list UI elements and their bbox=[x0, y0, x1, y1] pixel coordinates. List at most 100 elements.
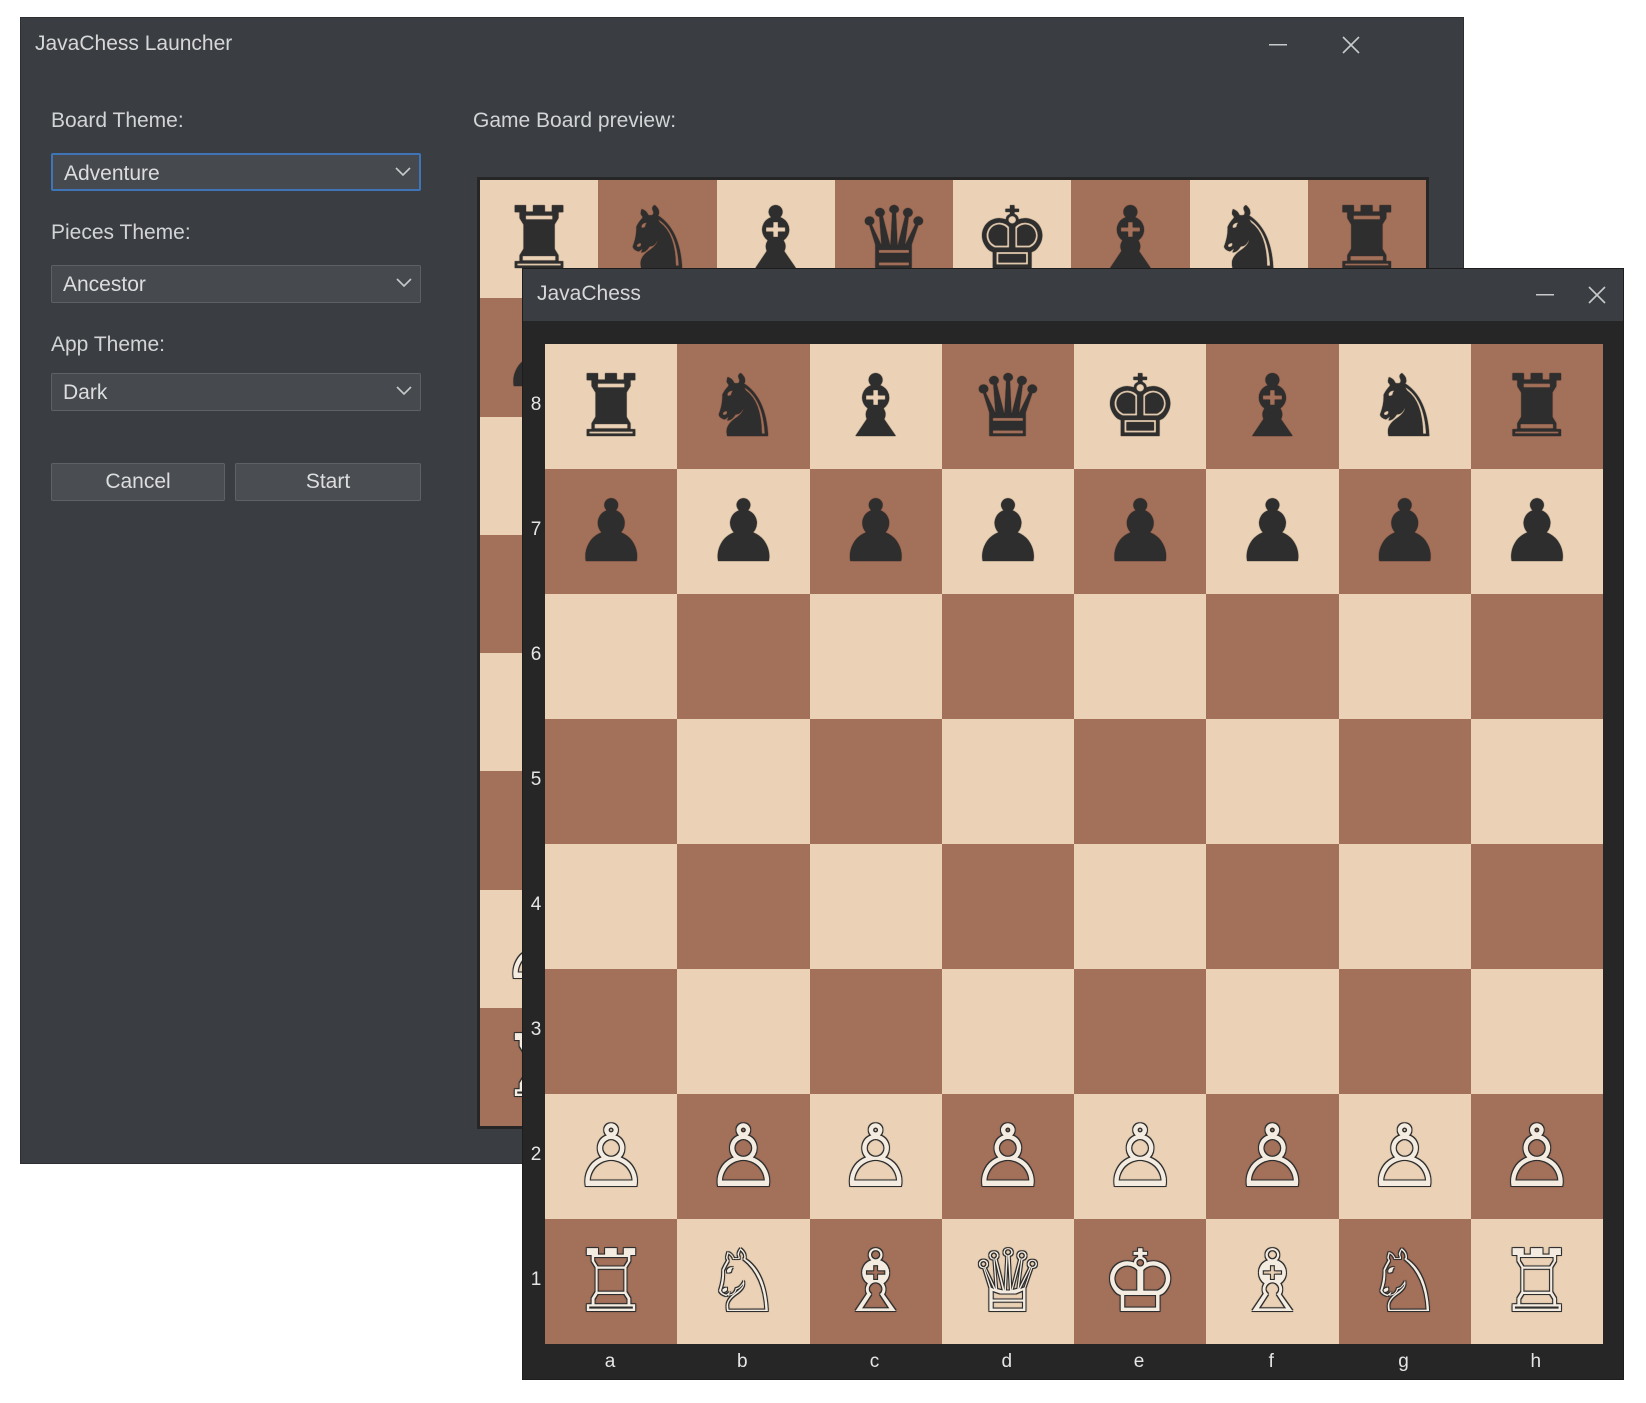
square-a7[interactable]: ♟ bbox=[545, 469, 678, 594]
square-e5[interactable] bbox=[1074, 719, 1207, 844]
square-c4[interactable] bbox=[809, 844, 942, 969]
square-e7[interactable]: ♟ bbox=[1074, 469, 1207, 594]
square-g8[interactable]: ♞ bbox=[1338, 344, 1471, 469]
white-bishop-icon[interactable]: ♗ bbox=[837, 1239, 914, 1325]
square-a4[interactable] bbox=[545, 844, 678, 969]
black-bishop-icon[interactable]: ♝ bbox=[837, 364, 914, 450]
white-pawn-icon[interactable]: ♙ bbox=[1498, 1114, 1575, 1200]
white-rook-icon[interactable]: ♖ bbox=[1498, 1239, 1575, 1325]
white-knight-icon[interactable]: ♘ bbox=[1366, 1239, 1443, 1325]
square-g5[interactable] bbox=[1338, 719, 1471, 844]
black-pawn-icon[interactable]: ♟ bbox=[1234, 489, 1311, 575]
black-king-icon[interactable]: ♚ bbox=[1102, 364, 1179, 450]
square-b6[interactable] bbox=[677, 594, 810, 719]
black-pawn-icon[interactable]: ♟ bbox=[1102, 489, 1179, 575]
square-e8[interactable]: ♚ bbox=[1074, 344, 1207, 469]
square-g3[interactable] bbox=[1338, 969, 1471, 1094]
square-g2[interactable]: ♙ bbox=[1338, 1094, 1471, 1219]
board-theme-select[interactable]: Adventure bbox=[51, 153, 421, 191]
square-b3[interactable] bbox=[677, 969, 810, 1094]
square-c8[interactable]: ♝ bbox=[809, 344, 942, 469]
square-h4[interactable] bbox=[1470, 844, 1603, 969]
square-h1[interactable]: ♖ bbox=[1470, 1219, 1603, 1344]
square-e3[interactable] bbox=[1074, 969, 1207, 1094]
black-pawn-icon[interactable]: ♟ bbox=[1498, 489, 1575, 575]
white-queen-icon[interactable]: ♕ bbox=[969, 1239, 1046, 1325]
square-a1[interactable]: ♖ bbox=[545, 1219, 678, 1344]
black-queen-icon[interactable]: ♛ bbox=[969, 364, 1046, 450]
game-close-button[interactable] bbox=[1575, 278, 1619, 312]
white-pawn-icon[interactable]: ♙ bbox=[705, 1114, 782, 1200]
square-c2[interactable]: ♙ bbox=[809, 1094, 942, 1219]
pieces-theme-select[interactable]: Ancestor bbox=[51, 265, 421, 303]
game-titlebar[interactable]: JavaChess bbox=[523, 269, 1623, 321]
square-d2[interactable]: ♙ bbox=[941, 1094, 1074, 1219]
square-e1[interactable]: ♔ bbox=[1074, 1219, 1207, 1344]
cancel-button[interactable]: Cancel bbox=[51, 463, 225, 501]
square-b5[interactable] bbox=[677, 719, 810, 844]
black-pawn-icon[interactable]: ♟ bbox=[573, 489, 650, 575]
black-rook-icon[interactable]: ♜ bbox=[1498, 364, 1575, 450]
square-a6[interactable] bbox=[545, 594, 678, 719]
white-pawn-icon[interactable]: ♙ bbox=[1102, 1114, 1179, 1200]
square-h2[interactable]: ♙ bbox=[1470, 1094, 1603, 1219]
square-f1[interactable]: ♗ bbox=[1206, 1219, 1339, 1344]
square-d8[interactable]: ♛ bbox=[941, 344, 1074, 469]
black-knight-icon[interactable]: ♞ bbox=[1366, 364, 1443, 450]
square-e2[interactable]: ♙ bbox=[1074, 1094, 1207, 1219]
game-minimize-button[interactable] bbox=[1523, 278, 1567, 312]
square-e4[interactable] bbox=[1074, 844, 1207, 969]
black-knight-icon[interactable]: ♞ bbox=[705, 364, 782, 450]
square-b7[interactable]: ♟ bbox=[677, 469, 810, 594]
square-d7[interactable]: ♟ bbox=[941, 469, 1074, 594]
square-f7[interactable]: ♟ bbox=[1206, 469, 1339, 594]
white-pawn-icon[interactable]: ♙ bbox=[837, 1114, 914, 1200]
white-rook-icon[interactable]: ♖ bbox=[573, 1239, 650, 1325]
square-d1[interactable]: ♕ bbox=[941, 1219, 1074, 1344]
white-pawn-icon[interactable]: ♙ bbox=[969, 1114, 1046, 1200]
square-g6[interactable] bbox=[1338, 594, 1471, 719]
square-d5[interactable] bbox=[941, 719, 1074, 844]
square-a8[interactable]: ♜ bbox=[545, 344, 678, 469]
square-h6[interactable] bbox=[1470, 594, 1603, 719]
white-pawn-icon[interactable]: ♙ bbox=[1366, 1114, 1443, 1200]
black-pawn-icon[interactable]: ♟ bbox=[969, 489, 1046, 575]
white-knight-icon[interactable]: ♘ bbox=[705, 1239, 782, 1325]
app-theme-select[interactable]: Dark bbox=[51, 373, 421, 411]
square-f3[interactable] bbox=[1206, 969, 1339, 1094]
square-d4[interactable] bbox=[941, 844, 1074, 969]
square-f5[interactable] bbox=[1206, 719, 1339, 844]
start-button[interactable]: Start bbox=[235, 463, 421, 501]
square-g7[interactable]: ♟ bbox=[1338, 469, 1471, 594]
white-king-icon[interactable]: ♔ bbox=[1102, 1239, 1179, 1325]
black-pawn-icon[interactable]: ♟ bbox=[837, 489, 914, 575]
square-a5[interactable] bbox=[545, 719, 678, 844]
black-bishop-icon[interactable]: ♝ bbox=[1234, 364, 1311, 450]
square-f8[interactable]: ♝ bbox=[1206, 344, 1339, 469]
square-h7[interactable]: ♟ bbox=[1470, 469, 1603, 594]
square-c7[interactable]: ♟ bbox=[809, 469, 942, 594]
square-f2[interactable]: ♙ bbox=[1206, 1094, 1339, 1219]
square-h5[interactable] bbox=[1470, 719, 1603, 844]
square-a3[interactable] bbox=[545, 969, 678, 1094]
square-e6[interactable] bbox=[1074, 594, 1207, 719]
launcher-titlebar[interactable]: JavaChess Launcher bbox=[21, 18, 1463, 74]
square-b2[interactable]: ♙ bbox=[677, 1094, 810, 1219]
square-b8[interactable]: ♞ bbox=[677, 344, 810, 469]
square-g4[interactable] bbox=[1338, 844, 1471, 969]
square-c5[interactable] bbox=[809, 719, 942, 844]
square-b4[interactable] bbox=[677, 844, 810, 969]
white-pawn-icon[interactable]: ♙ bbox=[573, 1114, 650, 1200]
square-c6[interactable] bbox=[809, 594, 942, 719]
square-c1[interactable]: ♗ bbox=[809, 1219, 942, 1344]
square-c3[interactable] bbox=[809, 969, 942, 1094]
square-g1[interactable]: ♘ bbox=[1338, 1219, 1471, 1344]
square-b1[interactable]: ♘ bbox=[677, 1219, 810, 1344]
square-a2[interactable]: ♙ bbox=[545, 1094, 678, 1219]
square-h8[interactable]: ♜ bbox=[1470, 344, 1603, 469]
black-pawn-icon[interactable]: ♟ bbox=[705, 489, 782, 575]
square-d6[interactable] bbox=[941, 594, 1074, 719]
white-bishop-icon[interactable]: ♗ bbox=[1234, 1239, 1311, 1325]
square-h3[interactable] bbox=[1470, 969, 1603, 1094]
square-f6[interactable] bbox=[1206, 594, 1339, 719]
